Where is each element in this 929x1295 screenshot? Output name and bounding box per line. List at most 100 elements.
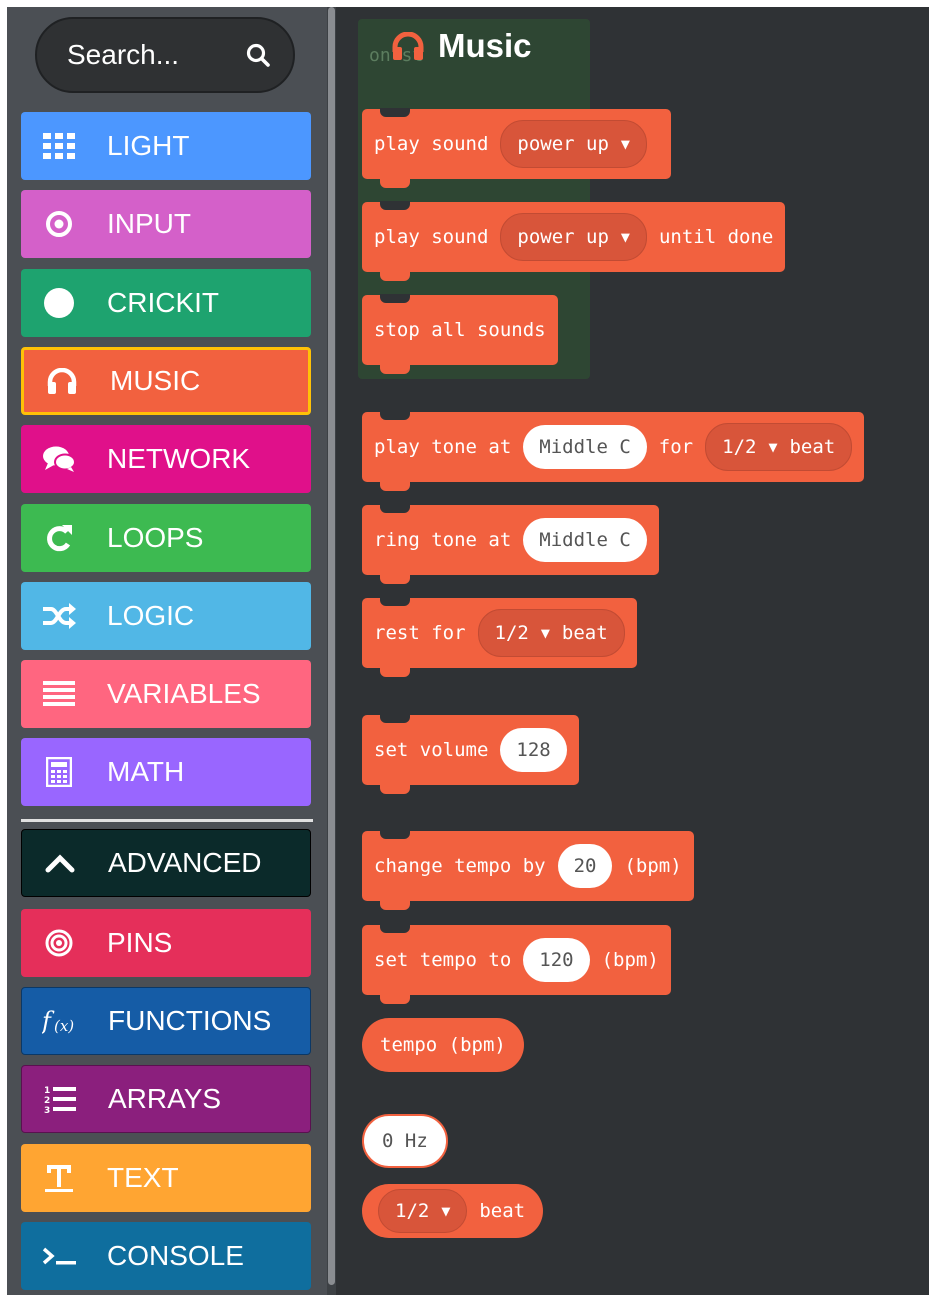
- category-arrays[interactable]: 1 2 3 ARRAYS: [21, 1065, 311, 1133]
- category-label: TEXT: [107, 1162, 179, 1193]
- block-hz-reporter[interactable]: 0 Hz: [362, 1114, 448, 1168]
- svg-text:1: 1: [44, 1086, 50, 1096]
- category-network[interactable]: NETWORK: [21, 425, 311, 493]
- block-notch: [380, 482, 410, 491]
- block-notch: [380, 714, 410, 723]
- block-text: rest for: [374, 622, 466, 644]
- category-label: CRICKIT: [107, 287, 219, 318]
- rings-icon: [41, 925, 77, 961]
- block-text: set volume: [374, 739, 489, 761]
- block-notch: [380, 201, 410, 210]
- app-window: Search... LIGHT INPUT CRICKIT MUSIC NETW…: [7, 7, 929, 1295]
- beat-dropdown[interactable]: 1/2 ▼ beat: [477, 609, 625, 657]
- block-notch: [380, 179, 410, 188]
- block-text: play sound: [374, 226, 489, 248]
- sound-dropdown[interactable]: power up ▼: [500, 120, 647, 168]
- category-crickit[interactable]: CRICKIT: [21, 269, 311, 337]
- flyout-heading: Music: [392, 27, 532, 65]
- block-text: ring tone at: [374, 529, 512, 551]
- calculator-icon: [41, 754, 77, 790]
- block-notch: [380, 597, 410, 606]
- sound-dropdown[interactable]: power up ▼: [500, 213, 647, 261]
- block-notch: [380, 272, 410, 281]
- function-icon: f (x): [42, 1003, 78, 1039]
- block-stop-all-sounds[interactable]: stop all sounds: [362, 294, 558, 374]
- volume-input[interactable]: 128: [500, 728, 567, 772]
- caret-down-icon: ▼: [768, 438, 778, 456]
- category-variables[interactable]: VARIABLES: [21, 660, 311, 728]
- beat-dropdown[interactable]: 1/2 ▼ beat: [705, 423, 853, 471]
- block-tempo-reporter[interactable]: tempo (bpm): [362, 1018, 524, 1072]
- block-text: play tone at: [374, 436, 512, 458]
- category-loops[interactable]: LOOPS: [21, 504, 311, 572]
- block-play-tone[interactable]: play tone at Middle C for 1/2 ▼ beat: [362, 411, 865, 491]
- category-music[interactable]: MUSIC: [21, 347, 311, 415]
- block-rest[interactable]: rest for 1/2 ▼ beat: [362, 597, 637, 677]
- grid-icon: [41, 128, 77, 164]
- block-text: change tempo by: [374, 855, 546, 877]
- block-notch: [380, 108, 410, 117]
- toolbox-sidebar: Search... LIGHT INPUT CRICKIT MUSIC NETW…: [7, 7, 336, 1295]
- block-notch: [380, 830, 410, 839]
- category-functions[interactable]: f (x) FUNCTIONS: [21, 987, 311, 1055]
- category-light[interactable]: LIGHT: [21, 112, 311, 180]
- block-notch: [380, 504, 410, 513]
- category-pins[interactable]: PINS: [21, 909, 311, 977]
- block-set-volume[interactable]: set volume 128: [362, 714, 579, 794]
- category-logic[interactable]: LOGIC: [21, 582, 311, 650]
- text-icon: [41, 1160, 77, 1196]
- category-label: LOGIC: [107, 600, 195, 631]
- block-ring-tone[interactable]: ring tone at Middle C: [362, 504, 659, 584]
- category-math[interactable]: MATH: [21, 738, 311, 806]
- block-notch: [380, 901, 410, 910]
- lines-icon: [41, 676, 77, 712]
- target-icon: [41, 206, 77, 242]
- block-change-tempo[interactable]: change tempo by 20 (bpm): [362, 830, 694, 910]
- note-input[interactable]: Middle C: [523, 518, 647, 562]
- block-text: stop all sounds: [374, 319, 546, 341]
- beat-dropdown[interactable]: 1/2 ▼: [378, 1189, 468, 1233]
- category-text[interactable]: TEXT: [21, 1144, 311, 1212]
- block-notch: [380, 575, 410, 584]
- block-text: beat: [479, 1200, 526, 1222]
- block-text: beat: [561, 622, 608, 644]
- block-text: (bpm): [601, 949, 659, 971]
- tempo-input[interactable]: 120: [523, 938, 590, 982]
- category-label: LOOPS: [107, 522, 204, 553]
- category-input[interactable]: INPUT: [21, 190, 311, 258]
- category-label: MATH: [107, 756, 185, 787]
- block-notch: [380, 668, 410, 677]
- category-label: PINS: [107, 927, 173, 958]
- category-advanced[interactable]: ADVANCED: [21, 829, 311, 897]
- divider: [21, 819, 313, 822]
- block-text: tempo (bpm): [380, 1034, 506, 1056]
- headphones-icon: [392, 32, 424, 60]
- block-text: play sound: [374, 133, 489, 155]
- category-label: CONSOLE: [107, 1240, 244, 1271]
- search-icon[interactable]: [245, 42, 271, 68]
- block-notch: [380, 294, 410, 303]
- tempo-input[interactable]: 20: [557, 844, 613, 888]
- scrollbar-thumb[interactable]: [328, 7, 335, 1285]
- svg-text:3: 3: [44, 1106, 50, 1114]
- note-input[interactable]: Middle C: [523, 425, 647, 469]
- circle-icon: [41, 285, 77, 321]
- toolbox-scrollbar[interactable]: [327, 7, 336, 1295]
- search-input[interactable]: Search...: [35, 17, 295, 93]
- caret-down-icon: ▼: [540, 624, 550, 642]
- block-notch: [380, 785, 410, 794]
- block-notch: [380, 995, 410, 1004]
- block-set-tempo[interactable]: set tempo to 120 (bpm): [362, 924, 671, 1004]
- block-play-sound-until-done[interactable]: play sound power up ▼ until done: [362, 201, 786, 281]
- block-play-sound[interactable]: play sound power up ▼: [362, 108, 671, 188]
- category-console[interactable]: CONSOLE: [21, 1222, 311, 1290]
- category-label: FUNCTIONS: [108, 1005, 272, 1036]
- block-beat-reporter[interactable]: 1/2 ▼ beat: [362, 1184, 544, 1238]
- category-label: LIGHT: [107, 130, 190, 161]
- block-notch: [380, 365, 410, 374]
- chat-icon: [41, 441, 77, 477]
- block-notch: [380, 411, 410, 420]
- caret-down-icon: ▼: [441, 1202, 451, 1220]
- category-label: NETWORK: [107, 443, 251, 474]
- category-label: MUSIC: [110, 365, 201, 396]
